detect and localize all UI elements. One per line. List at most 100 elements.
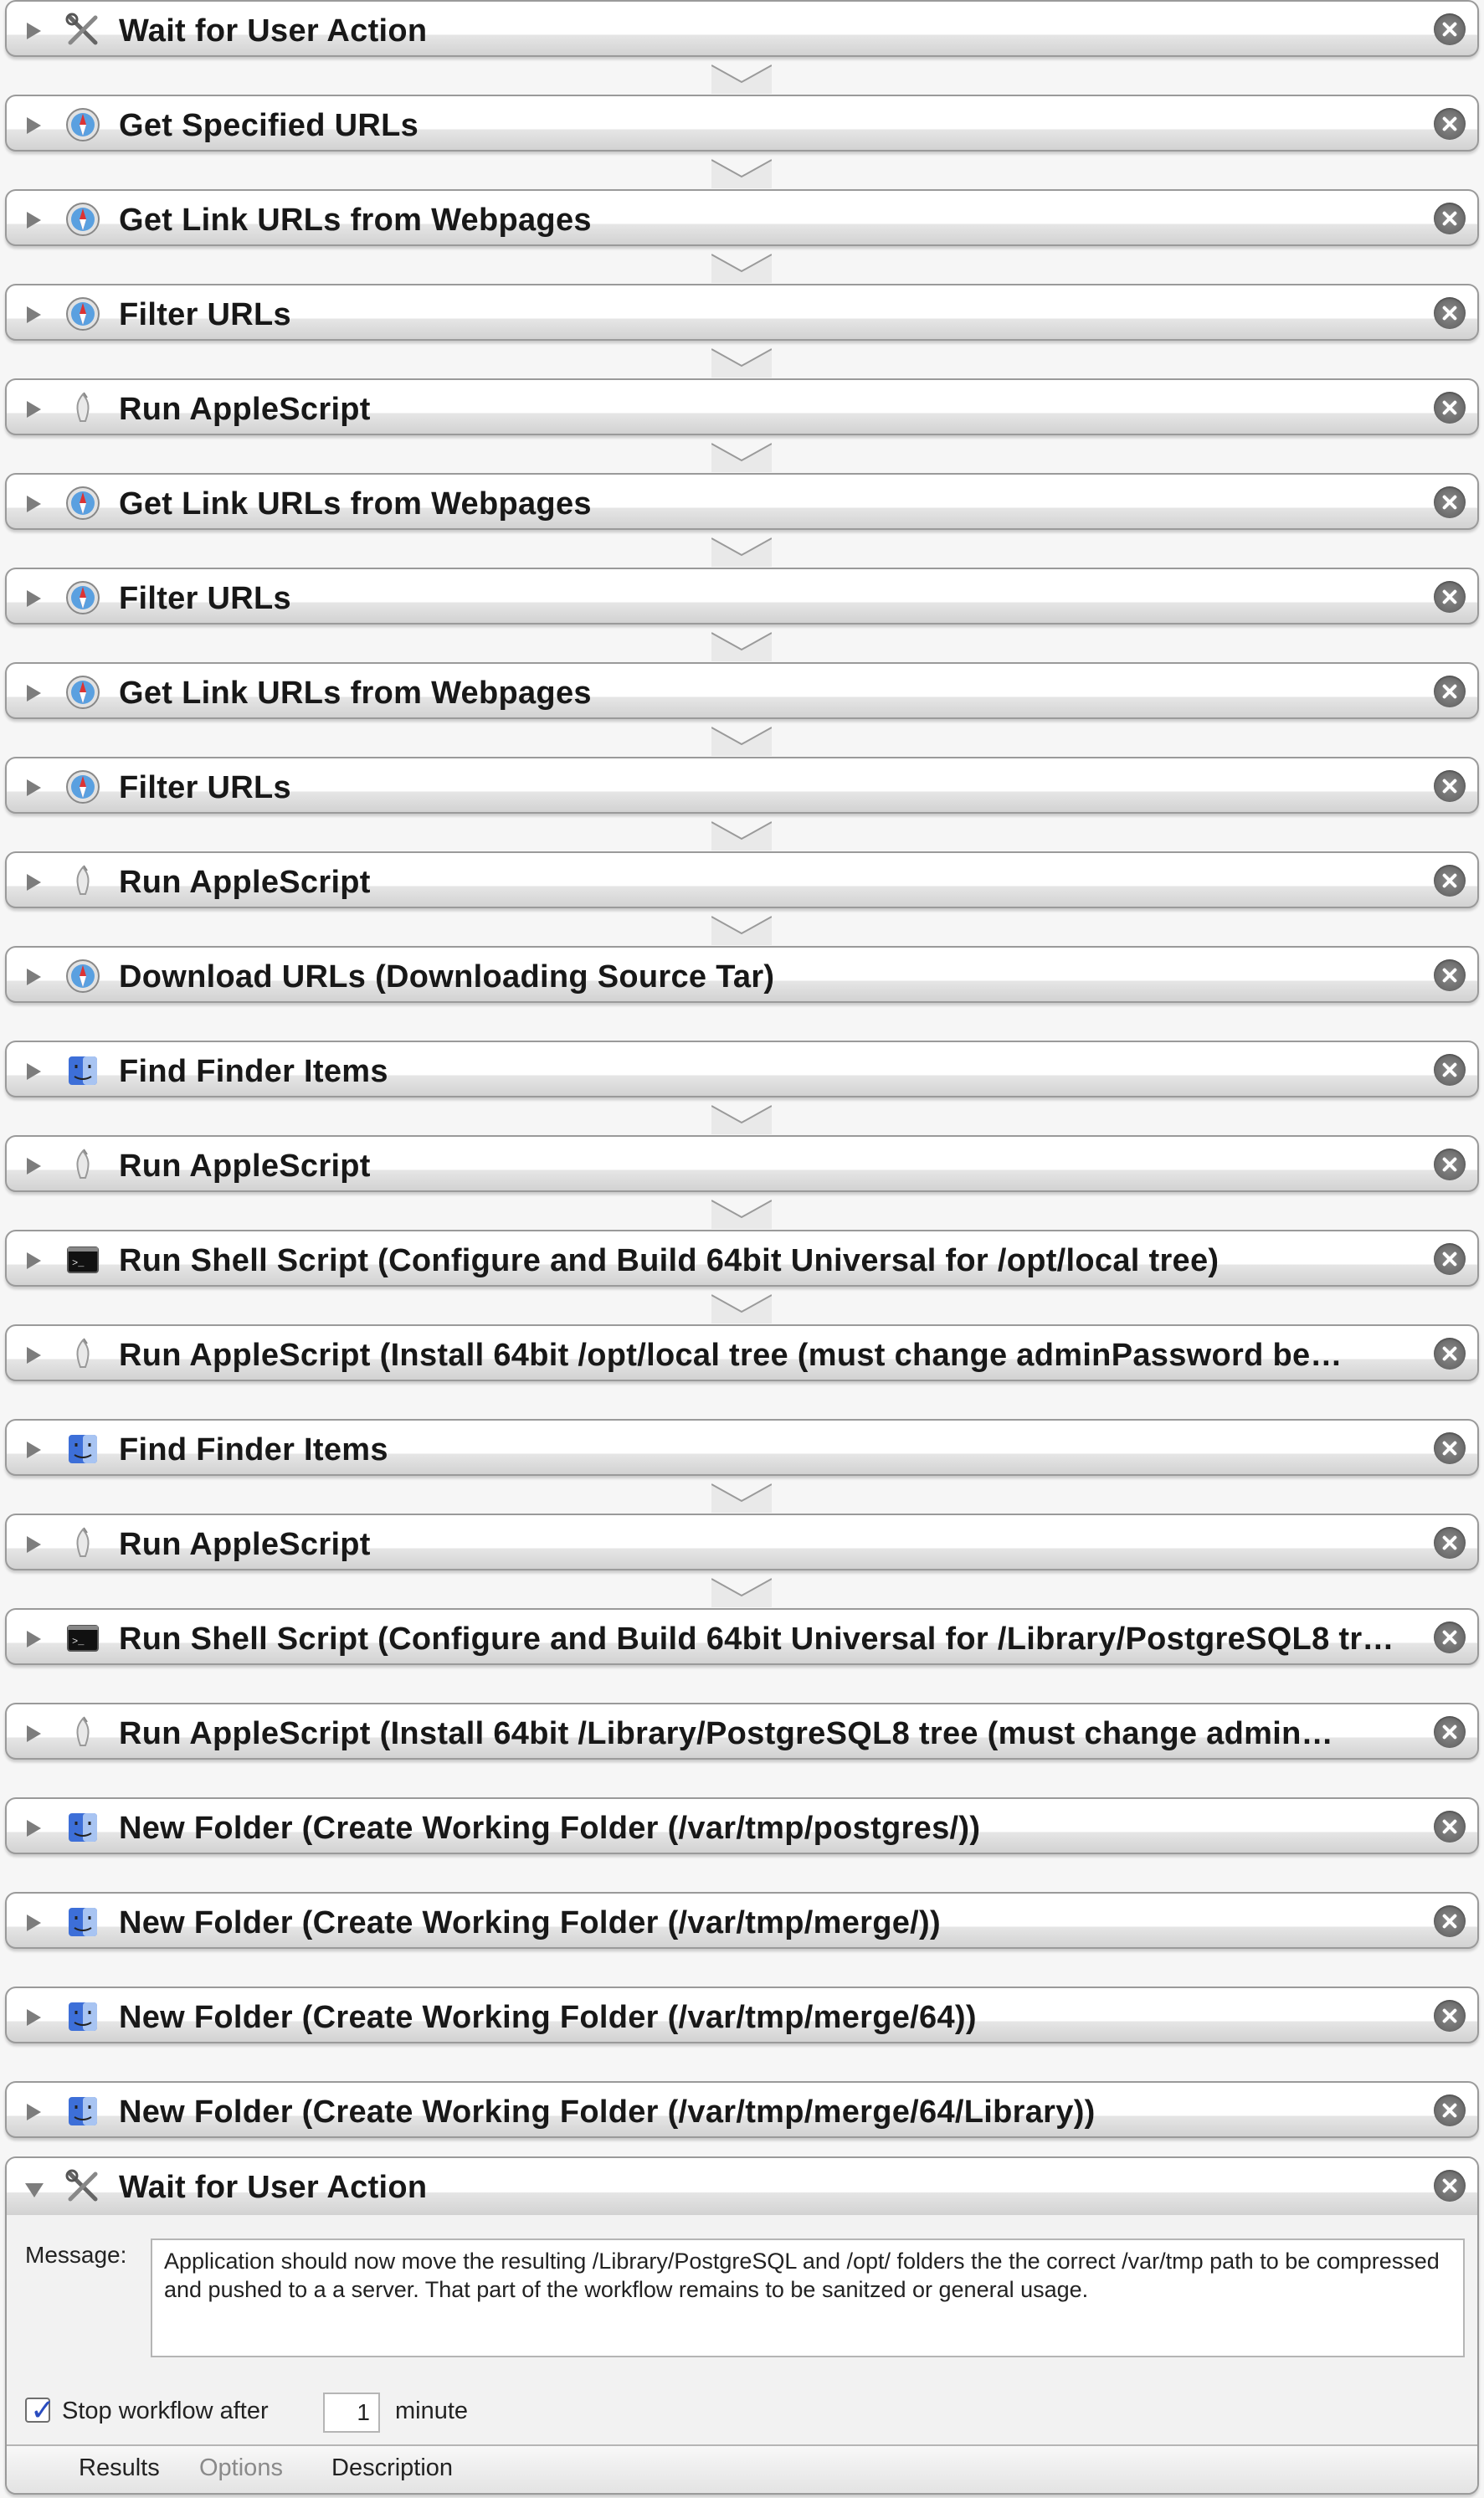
disclosure-triangle-icon[interactable]	[27, 1725, 41, 1742]
disclosure-triangle-icon[interactable]	[27, 401, 41, 418]
close-icon[interactable]	[1434, 676, 1466, 707]
action-row[interactable]: >_ Run Shell Script (Configure and Build …	[5, 1230, 1479, 1287]
safari-icon	[66, 108, 100, 141]
disclosure-triangle-icon[interactable]	[27, 1252, 41, 1269]
close-icon[interactable]	[1434, 2170, 1466, 2202]
action-row[interactable]: >_ Run Shell Script (Configure and Build …	[5, 1608, 1479, 1665]
action-row[interactable]: Run AppleScript	[5, 1514, 1479, 1570]
action-row[interactable]: Run AppleScript (Install 64bit /opt/loca…	[5, 1324, 1479, 1381]
action-row[interactable]: Find Finder Items	[5, 1041, 1479, 1097]
close-icon[interactable]	[1434, 2095, 1466, 2126]
action-row[interactable]: Run AppleScript	[5, 1135, 1479, 1192]
disclosure-triangle-icon[interactable]	[27, 1442, 41, 1458]
close-icon[interactable]	[1434, 865, 1466, 897]
minutes-input[interactable]: 1	[323, 2393, 380, 2433]
action-row[interactable]: Filter URLs	[5, 757, 1479, 814]
disclosure-triangle-icon[interactable]	[27, 1820, 41, 1837]
close-icon[interactable]	[1434, 1527, 1466, 1559]
stop-workflow-checkbox[interactable]: ✓	[25, 2393, 55, 2427]
message-field[interactable]: Application should now move the resultin…	[151, 2238, 1465, 2357]
disclosure-triangle-icon[interactable]	[27, 1915, 41, 1931]
action-row[interactable]: Run AppleScript	[5, 851, 1479, 908]
action-row[interactable]: Get Specified URLs	[5, 95, 1479, 152]
svg-text:>_: >_	[72, 1636, 85, 1647]
action-row[interactable]: Get Link URLs from Webpages	[5, 662, 1479, 719]
close-icon[interactable]	[1434, 1432, 1466, 1464]
disclosure-triangle-icon[interactable]	[27, 969, 41, 985]
close-icon[interactable]	[1434, 13, 1466, 45]
action-title: Get Link URLs from Webpages	[119, 203, 592, 238]
minute-unit-label: minute	[395, 2398, 469, 2424]
tab-results[interactable]: Results	[79, 2454, 160, 2482]
checkmark-icon: ✓	[30, 2393, 56, 2427]
data-flow-connector	[711, 443, 772, 472]
close-icon[interactable]	[1434, 1716, 1466, 1748]
disclosure-triangle-icon[interactable]	[27, 590, 41, 607]
close-icon[interactable]	[1434, 1149, 1466, 1180]
disclosure-triangle-icon[interactable]	[27, 1158, 41, 1174]
disclosure-triangle-icon[interactable]	[27, 779, 41, 796]
disclosure-triangle-icon[interactable]	[27, 23, 41, 39]
disclosure-triangle-icon[interactable]	[27, 2104, 41, 2120]
disclosure-triangle-icon[interactable]	[27, 874, 41, 891]
disclosure-triangle-icon[interactable]	[27, 2009, 41, 2026]
close-icon[interactable]	[1434, 297, 1466, 329]
action-wait-for-user-expanded: Wait for User Action Message: Applicatio…	[5, 2156, 1479, 2495]
disclosure-triangle-icon[interactable]	[27, 306, 41, 323]
tab-options[interactable]: Options	[199, 2454, 283, 2482]
action-row[interactable]: New Folder (Create Working Folder (/var/…	[5, 1892, 1479, 1949]
action-title: Wait for User Action	[119, 13, 428, 49]
close-icon[interactable]	[1434, 108, 1466, 140]
action-row[interactable]: Get Link URLs from Webpages	[5, 189, 1479, 246]
close-icon[interactable]	[1434, 770, 1466, 802]
action-row[interactable]: Wait for User Action	[5, 0, 1479, 57]
safari-icon	[66, 770, 100, 804]
action-row[interactable]: Filter URLs	[5, 568, 1479, 624]
close-icon[interactable]	[1434, 1054, 1466, 1086]
action-title: New Folder (Create Working Folder (/var/…	[119, 1811, 981, 1846]
close-icon[interactable]	[1434, 1243, 1466, 1275]
action-title: Run Shell Script (Configure and Build 64…	[119, 1243, 1220, 1278]
close-icon[interactable]	[1434, 1811, 1466, 1843]
close-icon[interactable]	[1434, 203, 1466, 234]
applescript-icon	[76, 1527, 90, 1557]
close-icon[interactable]	[1434, 1338, 1466, 1370]
action-title: New Folder (Create Working Folder (/var/…	[119, 1905, 941, 1940]
safari-icon	[66, 486, 100, 520]
finder-icon	[69, 1435, 97, 1463]
action-row[interactable]: New Folder (Create Working Folder (/var/…	[5, 1987, 1479, 2043]
close-icon[interactable]	[1434, 1905, 1466, 1937]
data-flow-connector	[711, 727, 772, 756]
action-row[interactable]: Run AppleScript (Install 64bit /Library/…	[5, 1703, 1479, 1760]
close-icon[interactable]	[1434, 2000, 1466, 2032]
action-row[interactable]: New Folder (Create Working Folder (/var/…	[5, 2081, 1479, 2138]
action-row[interactable]: Run AppleScript	[5, 378, 1479, 435]
disclosure-triangle-expanded-icon[interactable]	[25, 2183, 44, 2197]
finder-icon	[69, 1908, 97, 1936]
finder-icon	[69, 1056, 97, 1085]
disclosure-triangle-icon[interactable]	[27, 496, 41, 512]
action-row[interactable]: Get Link URLs from Webpages	[5, 473, 1479, 530]
applescript-icon	[76, 392, 90, 422]
applescript-icon	[76, 1149, 90, 1179]
disclosure-triangle-icon[interactable]	[27, 1536, 41, 1553]
action-row[interactable]: New Folder (Create Working Folder (/var/…	[5, 1797, 1479, 1854]
close-icon[interactable]	[1434, 959, 1466, 991]
disclosure-triangle-icon[interactable]	[27, 685, 41, 702]
close-icon[interactable]	[1434, 581, 1466, 613]
action-title: Run AppleScript	[119, 392, 371, 427]
disclosure-triangle-icon[interactable]	[27, 117, 41, 134]
action-title: Get Specified URLs	[119, 108, 419, 143]
disclosure-triangle-icon[interactable]	[27, 1347, 41, 1364]
disclosure-triangle-icon[interactable]	[27, 1063, 41, 1080]
close-icon[interactable]	[1434, 486, 1466, 518]
close-icon[interactable]	[1434, 392, 1466, 424]
action-row[interactable]: Download URLs (Downloading Source Tar)	[5, 946, 1479, 1003]
close-icon[interactable]	[1434, 1622, 1466, 1653]
action-title: Get Link URLs from Webpages	[119, 486, 592, 522]
action-row[interactable]: Filter URLs	[5, 284, 1479, 341]
action-row[interactable]: Find Finder Items	[5, 1419, 1479, 1476]
disclosure-triangle-icon[interactable]	[27, 212, 41, 229]
disclosure-triangle-icon[interactable]	[27, 1631, 41, 1647]
tab-description[interactable]: Description	[331, 2454, 453, 2482]
